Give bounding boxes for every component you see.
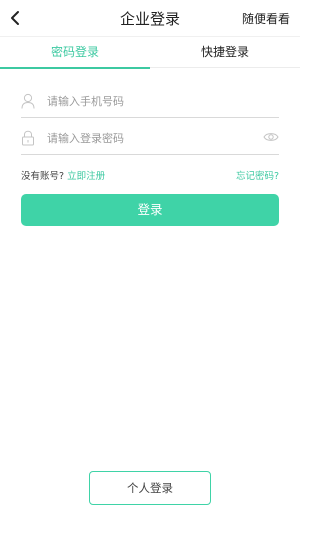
forgot-password-link[interactable]: 忘记密码? bbox=[236, 168, 279, 182]
no-account-text: 没有账号? 立即注册 bbox=[21, 168, 105, 182]
phone-field bbox=[21, 84, 279, 118]
user-icon bbox=[21, 93, 35, 109]
login-tabs: 密码登录 快捷登录 bbox=[0, 36, 300, 69]
password-field bbox=[21, 121, 279, 155]
personal-login-button[interactable]: 个人登录 bbox=[89, 471, 211, 505]
tab-password-login[interactable]: 密码登录 bbox=[0, 37, 150, 69]
register-link[interactable]: 立即注册 bbox=[67, 171, 105, 182]
tab-quick-login[interactable]: 快捷登录 bbox=[150, 37, 300, 68]
no-account-label: 没有账号? bbox=[21, 171, 65, 182]
active-tab-indicator bbox=[0, 67, 150, 69]
browse-button[interactable]: 随便看看 bbox=[242, 10, 290, 27]
login-button[interactable]: 登录 bbox=[21, 194, 279, 226]
password-input[interactable] bbox=[47, 127, 257, 149]
links-row: 没有账号? 立即注册 忘记密码? bbox=[21, 168, 279, 182]
phone-input[interactable] bbox=[47, 90, 257, 112]
enterprise-login-page: 企业登录 随便看看 密码登录 快捷登录 没有账号? bbox=[0, 0, 300, 533]
tab-label: 快捷登录 bbox=[200, 45, 249, 59]
header-bar: 企业登录 随便看看 bbox=[0, 0, 300, 36]
lock-icon bbox=[22, 130, 34, 146]
tab-label: 密码登录 bbox=[50, 45, 99, 59]
eye-icon[interactable] bbox=[263, 131, 279, 143]
